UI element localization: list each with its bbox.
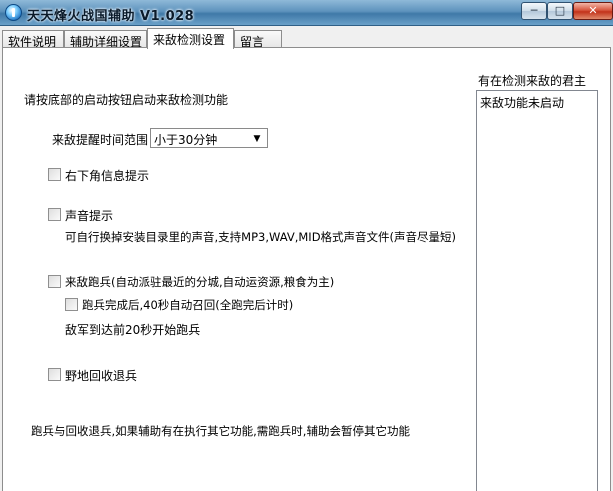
monitored-lords-title: 有在检测来敌的君主	[478, 74, 587, 88]
auto-recall-label: 跑兵完成后,40秒自动召回(全跑完后计时)	[82, 298, 294, 312]
flee-checkbox[interactable]	[48, 275, 61, 288]
reminder-range-select[interactable]: 小于30分钟 ▼	[150, 128, 268, 148]
field-recall-checkbox[interactable]	[48, 368, 61, 381]
sound-label: 声音提示	[65, 209, 114, 223]
list-item[interactable]: 来敌功能未启动	[480, 94, 564, 111]
reminder-range-label: 来敌提醒时间范围	[52, 133, 149, 147]
title-bar: 天天烽火战国辅助 V1.028 ─ □ ✕	[0, 0, 613, 26]
instruction-text: 请按底部的启动按钮启动来敌检测功能	[24, 93, 229, 107]
flee-note: 敌军到达前20秒开始跑兵	[65, 323, 201, 337]
sound-checkbox[interactable]	[48, 208, 61, 221]
field-recall-label: 野地回收退兵	[65, 369, 138, 383]
footer-note: 跑兵与回收退兵,如果辅助有在执行其它功能,需跑兵时,辅助会暂停其它功能	[31, 424, 410, 438]
tab-enemy-detection[interactable]: 来敌检测设置	[147, 28, 234, 49]
maximize-button[interactable]: □	[547, 2, 573, 20]
flee-label: 来敌跑兵(自动派驻最近的分城,自动运资源,粮食为主)	[65, 275, 335, 289]
close-button[interactable]: ✕	[573, 2, 613, 20]
minimize-button[interactable]: ─	[521, 2, 547, 20]
app-icon	[5, 4, 22, 21]
chevron-down-icon: ▼	[253, 134, 261, 144]
monitored-lords-list[interactable]: 来敌功能未启动	[476, 90, 598, 491]
bottom-right-info-checkbox[interactable]	[48, 168, 61, 181]
bottom-right-info-label: 右下角信息提示	[65, 169, 150, 183]
window-title: 天天烽火战国辅助 V1.028	[27, 9, 195, 24]
auto-recall-checkbox[interactable]	[65, 298, 78, 311]
sound-note: 可自行换掉安装目录里的声音,支持MP3,WAV,MID格式声音文件(声音尽量短)	[65, 230, 457, 244]
reminder-range-value: 小于30分钟	[154, 133, 218, 147]
